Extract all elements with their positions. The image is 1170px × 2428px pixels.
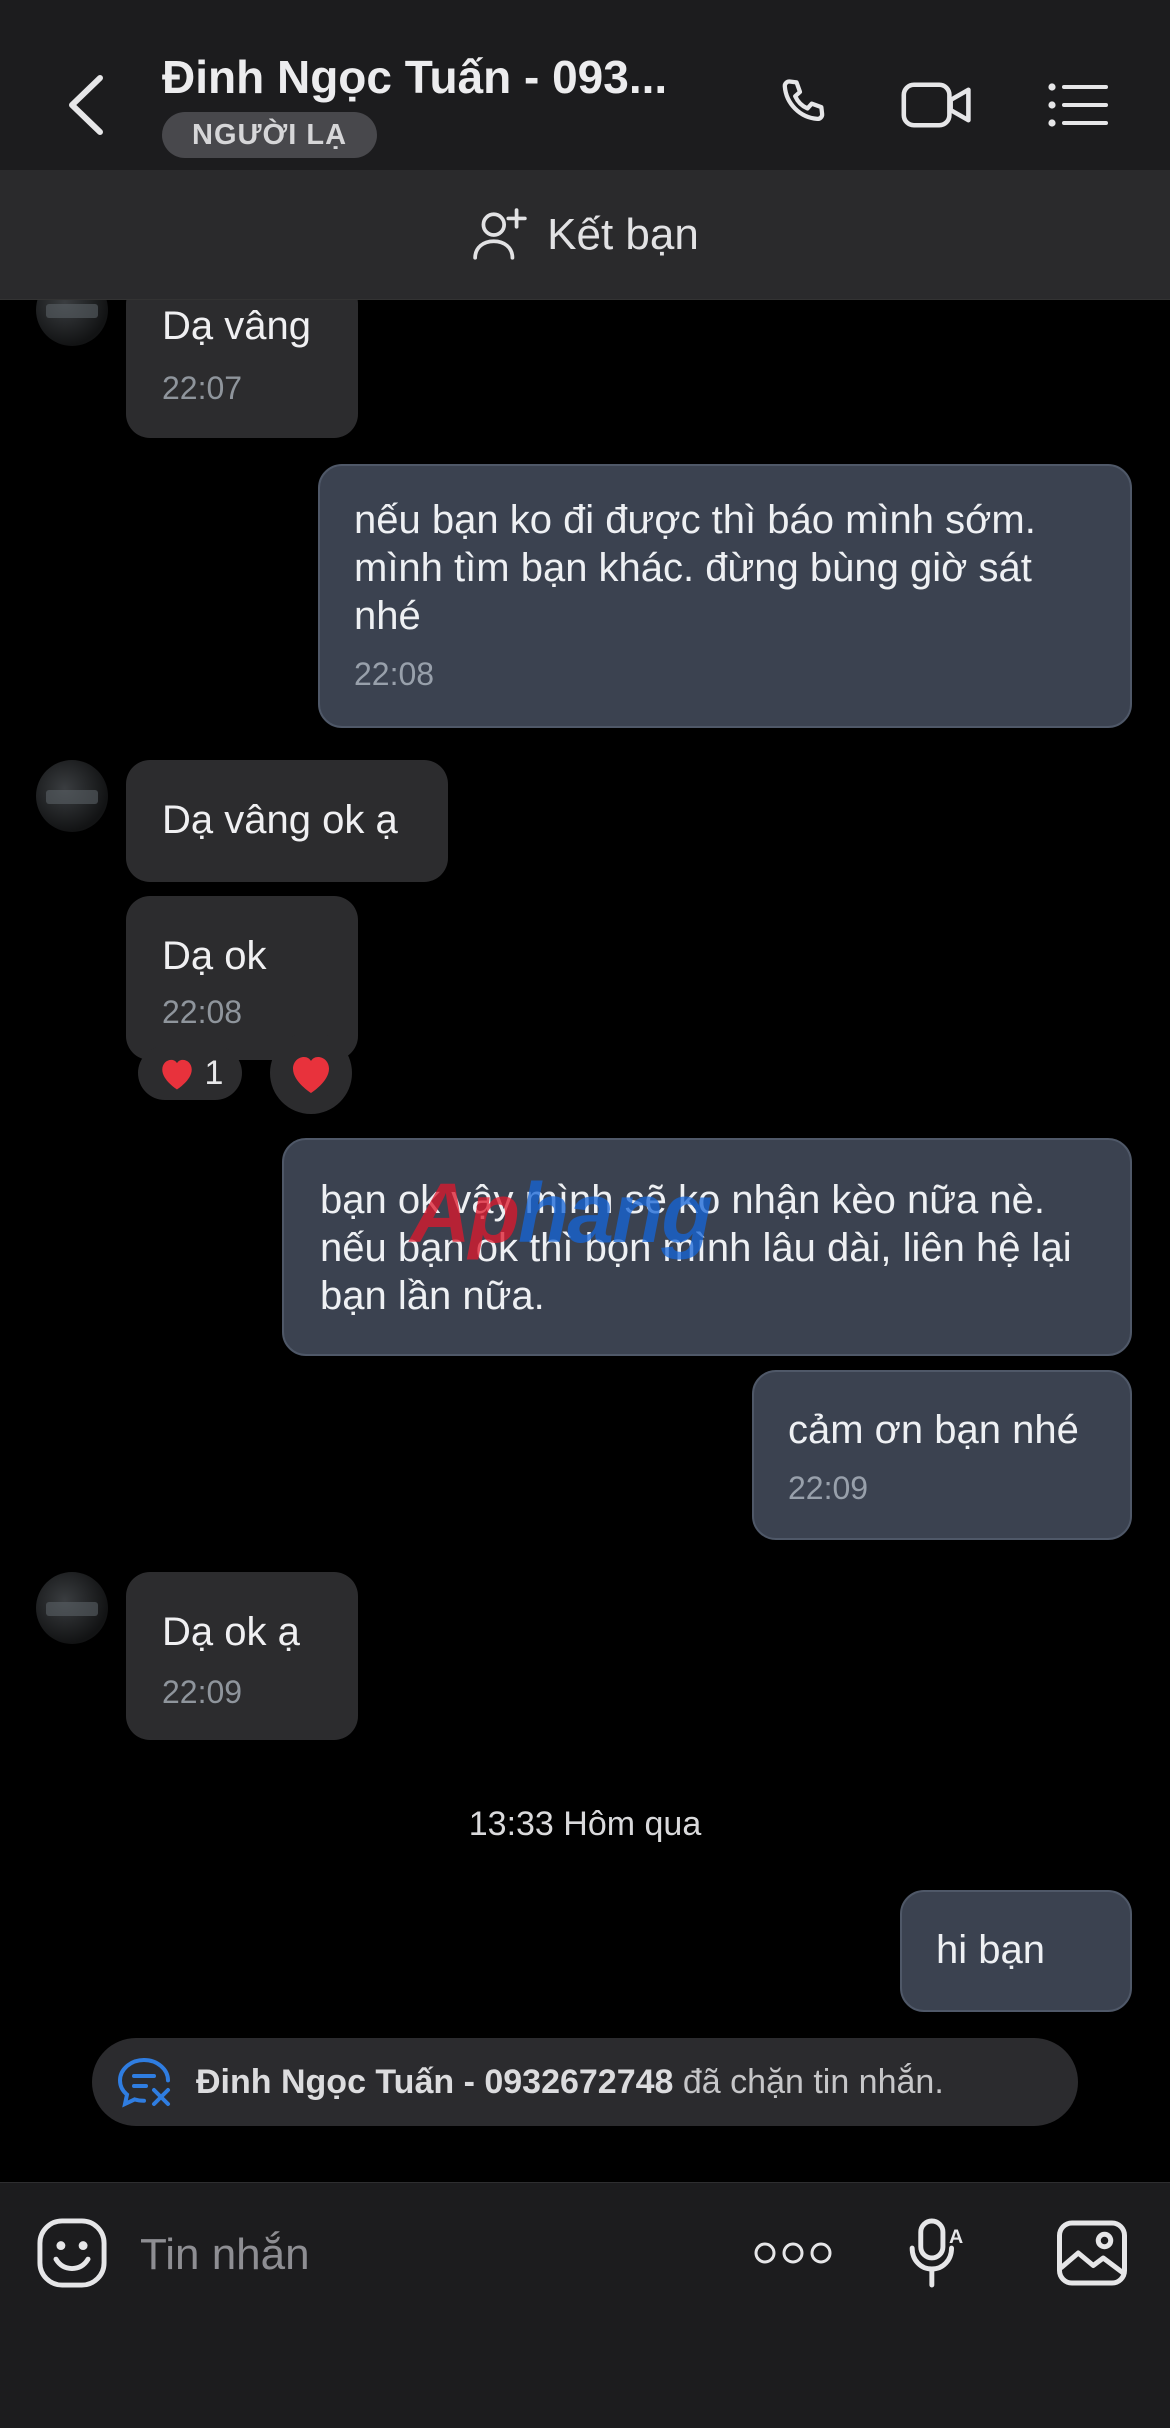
message-bubble-incoming[interactable]: Dạ vâng 22:07 [126, 300, 358, 438]
video-call-button[interactable] [900, 70, 976, 140]
blocked-notice: Đinh Ngọc Tuấn - 0932672748 đã chặn tin … [92, 2038, 1078, 2126]
message-text: Dạ ok ạ [162, 1610, 300, 1654]
add-friend-button[interactable]: Kết bạn [0, 170, 1170, 300]
message-text: bạn ok vậy mình sẽ ko nhận kèo nữa nè. n… [320, 1178, 1072, 1318]
phone-icon [782, 79, 825, 122]
reaction-summary[interactable]: 1 [138, 1046, 242, 1100]
message-bubble-outgoing[interactable]: bạn ok vậy mình sẽ ko nhận kèo nữa nè. n… [282, 1138, 1132, 1356]
microphone-icon: A [909, 2218, 963, 2288]
heart-icon [161, 1059, 192, 1090]
contact-avatar[interactable] [36, 1572, 108, 1644]
contact-name-title[interactable]: Đinh Ngọc Tuấn - 093... [162, 50, 702, 104]
list-menu-icon [1048, 83, 1108, 127]
message-text: Dạ ok [162, 934, 267, 978]
stranger-badge: NGƯỜI LẠ [162, 112, 378, 158]
message-time: 22:08 [354, 656, 435, 692]
message-text: cảm ơn bạn nhé [788, 1408, 1079, 1452]
svg-text:A: A [949, 2226, 963, 2248]
blocked-contact-name: Đinh Ngọc Tuấn - 0932672748 [196, 2062, 674, 2101]
menu-button[interactable] [1040, 70, 1116, 140]
chevron-left-icon [69, 75, 103, 135]
message-time: 22:07 [162, 370, 243, 406]
add-friend-label: Kết bạn [547, 209, 699, 259]
sticker-button[interactable] [32, 2213, 112, 2293]
back-button[interactable] [58, 70, 118, 140]
message-text: Dạ vâng [162, 304, 311, 348]
call-button[interactable] [766, 70, 842, 140]
react-heart-button[interactable] [270, 1032, 352, 1114]
voice-button[interactable]: A [898, 2213, 978, 2293]
message-list[interactable]: Dạ vâng 22:07 nếu bạn ko đi được thì báo… [0, 300, 1170, 2182]
date-separator: 13:33 Hôm qua [468, 1805, 702, 1843]
video-camera-icon [901, 82, 971, 128]
message-bubble-outgoing[interactable]: hi bạn [900, 1890, 1132, 2012]
more-button[interactable] [752, 2213, 834, 2293]
heart-icon [293, 1057, 329, 1093]
message-time: 22:09 [788, 1470, 869, 1506]
image-icon [1057, 2220, 1127, 2286]
blocked-chat-icon [117, 2058, 170, 2108]
reaction-count: 1 [204, 1053, 224, 1092]
message-time: 22:08 [162, 994, 243, 1030]
message-text: Dạ vâng ok ạ [162, 798, 398, 842]
contact-avatar[interactable] [36, 760, 108, 832]
add-user-icon [473, 207, 527, 260]
message-bubble-incoming[interactable]: Dạ vâng ok ạ [126, 760, 448, 882]
message-bubble-outgoing[interactable]: cảm ơn bạn nhé 22:09 [752, 1370, 1132, 1540]
chat-header: Đinh Ngọc Tuấn - 093... NGƯỜI LẠ [0, 0, 1170, 170]
image-button[interactable] [1052, 2213, 1132, 2293]
more-dots-icon [754, 2242, 832, 2264]
message-text: nếu bạn ko đi được thì báo mình sớm. mìn… [354, 498, 1036, 638]
contact-avatar[interactable] [36, 300, 108, 346]
sticker-smile-icon [37, 2218, 107, 2288]
message-input[interactable] [140, 2223, 700, 2287]
message-bubble-incoming[interactable]: Dạ ok ạ 22:09 [126, 1572, 358, 1740]
message-time: 22:09 [162, 1674, 243, 1710]
message-text: hi bạn [936, 1928, 1045, 1972]
blocked-message: đã chặn tin nhắn. [682, 2062, 944, 2101]
message-composer: A [0, 2182, 1170, 2428]
blocked-notice-text: Đinh Ngọc Tuấn - 0932672748 đã chặn tin … [196, 2063, 944, 2102]
message-bubble-outgoing[interactable]: nếu bạn ko đi được thì báo mình sớm. mìn… [318, 464, 1132, 728]
